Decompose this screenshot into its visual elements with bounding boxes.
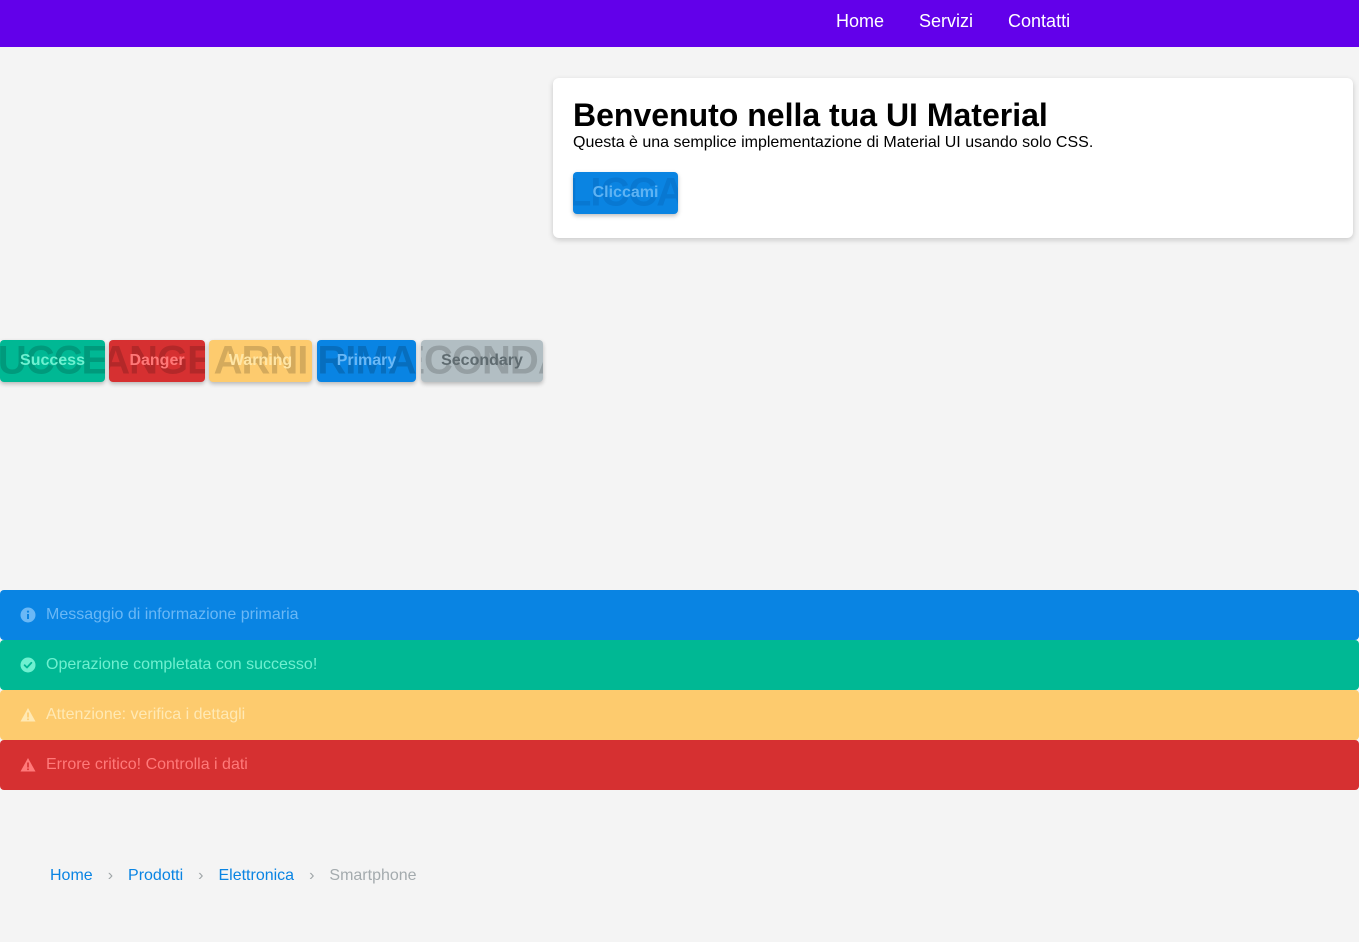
warning-icon [20,708,36,722]
success-button[interactable]: UCCE Success [0,340,105,382]
breadcrumb-prodotti[interactable]: Prodotti [128,866,183,886]
breadcrumb-elettronica[interactable]: Elettronica [218,866,294,886]
breadcrumb-home[interactable]: Home [50,866,93,886]
breadcrumb-separator: › [309,867,315,884]
danger-button[interactable]: ANGE Danger [109,340,205,382]
alert-text: Attenzione: verifica i dettagli [46,706,246,723]
card-title: Benvenuto nella tua UI Material [573,97,1048,133]
alert-danger: Errore critico! Controlla i dati [0,740,1359,790]
warning-button[interactable]: ARNI Warning [209,340,312,382]
alert-info: Messaggio di informazione primaria [0,590,1359,640]
info-icon [20,607,36,623]
alert-text: Errore critico! Controlla i dati [46,756,248,773]
primary-button[interactable]: RIMA Primary [317,340,416,382]
alert-text: Messaggio di informazione primaria [46,606,299,623]
button-label: Danger [129,352,185,369]
button-label: Secondary [441,352,523,369]
button-label: Warning [228,352,293,369]
button-label: Success [20,352,85,369]
cliccami-button[interactable]: LICCA Cliccami [573,172,678,214]
nav-link-home[interactable]: Home [836,11,884,31]
card-text: Questa è una semplice implementazione di… [573,134,1094,151]
alert-text: Operazione completata con successo! [46,656,318,673]
breadcrumb: Home › Prodotti › Elettronica › Smartpho… [50,866,417,886]
breadcrumb-current: Smartphone [329,867,417,884]
alert-success: Operazione completata con successo! [0,640,1359,690]
warning-icon [20,758,36,772]
welcome-card: Benvenuto nella tua UI Material Questa è… [553,78,1353,238]
button-label: Cliccami [592,184,659,201]
secondary-button[interactable]: ECONDA Secondary [421,340,543,382]
navbar: Home Servizi Contatti [0,0,1359,47]
nav-links: Home Servizi Contatti [836,11,1105,31]
nav-link-servizi[interactable]: Servizi [919,11,973,31]
check-circle-icon [20,657,36,673]
breadcrumb-separator: › [107,867,114,884]
breadcrumb-separator: › [198,867,204,884]
alert-warning: Attenzione: verifica i dettagli [0,690,1359,740]
button-label: Primary [336,352,397,369]
nav-link-contatti[interactable]: Contatti [1008,11,1070,31]
